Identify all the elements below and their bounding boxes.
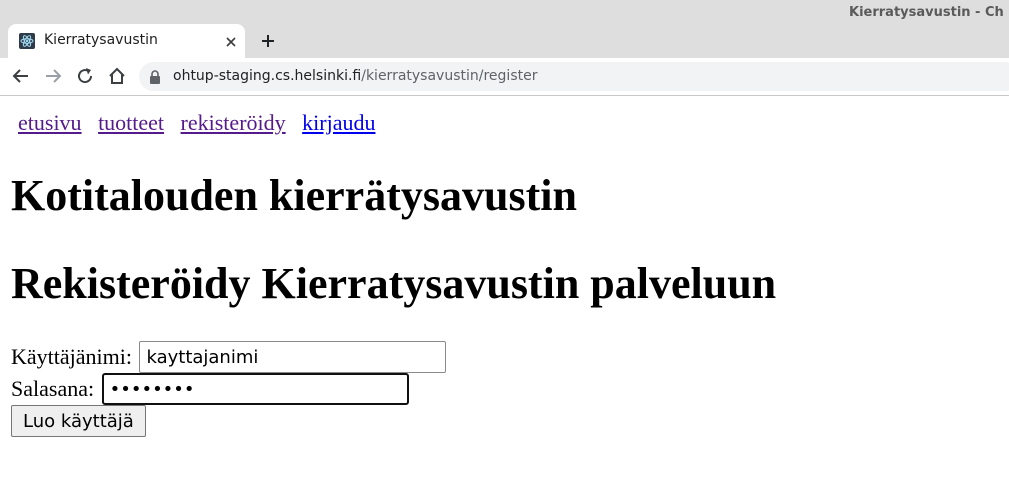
reload-icon[interactable] [75, 66, 95, 86]
browser-tab[interactable]: Kierratysavustin [8, 24, 245, 58]
create-user-button[interactable]: Luo käyttäjä [11, 405, 146, 437]
register-heading: Rekisteröidy Kierratysavustin palveluun [11, 259, 777, 308]
url-path: /kierratysavustin/register [361, 68, 538, 84]
password-input[interactable] [101, 373, 409, 405]
nav-link-tuotteet[interactable]: tuotteet [98, 110, 164, 135]
page-title: Kotitalouden kierrätysavustin [11, 171, 577, 220]
back-arrow-icon[interactable] [11, 66, 31, 86]
address-bar[interactable]: ohtup-staging.cs.helsinki.fi/kierratysav… [139, 62, 1009, 91]
react-favicon-icon [19, 33, 35, 49]
page-content: etusivu tuotteet rekisteröidy kirjaudu K… [0, 96, 1009, 499]
password-row: Salasana: [11, 373, 409, 405]
home-icon[interactable] [107, 66, 127, 86]
password-label: Salasana: [11, 376, 95, 401]
nav-link-rekisteroidy[interactable]: rekisteröidy [181, 110, 286, 135]
username-row: Käyttäjänimi: [11, 341, 447, 373]
site-nav: etusivu tuotteet rekisteröidy kirjaudu [18, 110, 386, 136]
browser-toolbar: ohtup-staging.cs.helsinki.fi/kierratysav… [0, 58, 1009, 96]
browser-titlebar: Kierratysavustin - Ch Kierratysavustin [0, 0, 1009, 58]
new-tab-icon[interactable] [260, 33, 276, 49]
username-input[interactable] [139, 341, 447, 373]
close-tab-icon[interactable] [225, 35, 237, 47]
username-label: Käyttäjänimi: [11, 344, 132, 369]
lock-icon [149, 70, 161, 84]
url-host: ohtup-staging.cs.helsinki.fi [173, 68, 362, 84]
nav-link-etusivu[interactable]: etusivu [18, 110, 82, 135]
window-title: Kierratysavustin - Ch [849, 5, 1004, 20]
forward-arrow-icon[interactable] [43, 66, 63, 86]
tab-title: Kierratysavustin [44, 32, 158, 48]
url-text: ohtup-staging.cs.helsinki.fi/kierratysav… [173, 68, 537, 84]
nav-link-kirjaudu[interactable]: kirjaudu [302, 110, 375, 135]
